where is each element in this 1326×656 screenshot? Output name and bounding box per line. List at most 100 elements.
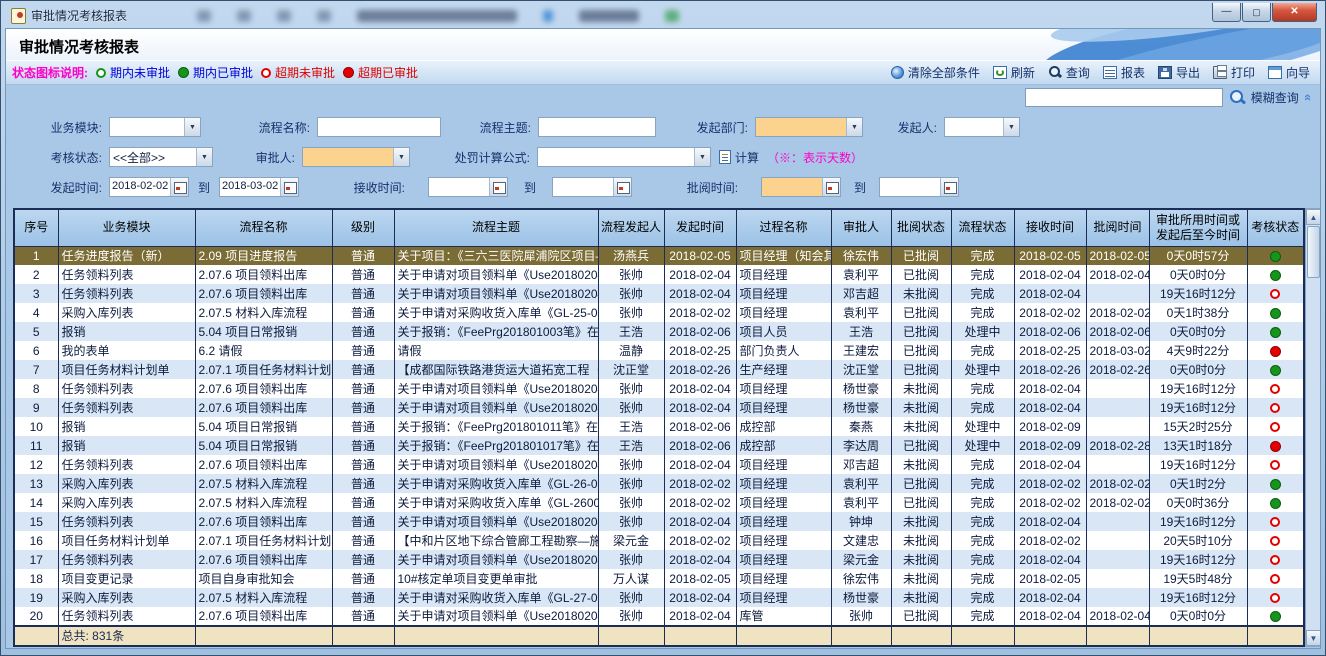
cell-step[interactable]: 生产经理 <box>736 360 831 379</box>
cell-step[interactable]: 项目经理 <box>736 531 831 550</box>
cell-approver[interactable]: 钟坤 <box>831 512 891 531</box>
cell-initiator[interactable]: 王浩 <box>598 417 664 436</box>
cell-status[interactable] <box>1247 550 1304 569</box>
cell-review[interactable]: 已批阅 <box>891 493 951 512</box>
scroll-down-icon[interactable]: ▼ <box>1306 630 1321 646</box>
table-row[interactable]: 9任务领料列表2.07.6 项目领料出库普通关于申请对项目领料单《Use2018… <box>14 398 1304 417</box>
cell-seq[interactable]: 6 <box>14 341 58 360</box>
cell-level[interactable]: 普通 <box>332 417 394 436</box>
cell-level[interactable]: 普通 <box>332 512 394 531</box>
col-header-process[interactable]: 流程名称 <box>195 209 332 246</box>
cell-received[interactable]: 2018-02-02 <box>1014 474 1086 493</box>
cell-received[interactable]: 2018-02-09 <box>1014 417 1086 436</box>
cell-approver[interactable]: 徐宏伟 <box>831 246 891 265</box>
cell-received[interactable]: 2018-02-04 <box>1014 550 1086 569</box>
cell-approver[interactable]: 秦燕 <box>831 417 891 436</box>
cell-review[interactable]: 未批阅 <box>891 512 951 531</box>
cell-reviewed[interactable]: 2018-02-04 <box>1086 265 1149 284</box>
cell-reviewed[interactable]: 2018-03-02 <box>1086 341 1149 360</box>
cell-reviewed[interactable] <box>1086 379 1149 398</box>
table-row[interactable]: 2任务领料列表2.07.6 项目领料出库普通关于申请对项目领料单《Use2018… <box>14 265 1304 284</box>
cell-reviewed[interactable] <box>1086 455 1149 474</box>
table-row[interactable]: 11报销5.04 项目日常报销普通关于报销：《FeePrg201801017笔》… <box>14 436 1304 455</box>
cell-state[interactable]: 完成 <box>951 303 1014 322</box>
cell-initiator[interactable]: 张帅 <box>598 284 664 303</box>
cell-duration[interactable]: 0天0时57分 <box>1149 246 1247 265</box>
cell-level[interactable]: 普通 <box>332 493 394 512</box>
col-header-review-status[interactable]: 批阅状态 <box>891 209 951 246</box>
cell-received[interactable]: 2018-02-04 <box>1014 455 1086 474</box>
col-header-level[interactable]: 级别 <box>332 209 394 246</box>
cell-initiator[interactable]: 梁元金 <box>598 531 664 550</box>
cell-seq[interactable]: 11 <box>14 436 58 455</box>
approver-filter-dropdown[interactable]: ▼ <box>302 147 410 167</box>
cell-approver[interactable]: 梁元金 <box>831 550 891 569</box>
cell-status[interactable] <box>1247 360 1304 379</box>
cell-module[interactable]: 任务领料列表 <box>58 455 195 474</box>
cell-review[interactable]: 未批阅 <box>891 569 951 588</box>
cell-initiator[interactable]: 张帅 <box>598 588 664 607</box>
cell-reviewed[interactable] <box>1086 512 1149 531</box>
fuzzy-search-icon[interactable] <box>1229 90 1245 105</box>
cell-status[interactable] <box>1247 455 1304 474</box>
cell-review[interactable]: 未批阅 <box>891 417 951 436</box>
cell-initiator[interactable]: 温静 <box>598 341 664 360</box>
cell-approver[interactable]: 袁利平 <box>831 303 891 322</box>
cell-start[interactable]: 2018-02-04 <box>664 455 736 474</box>
cell-state[interactable]: 处理中 <box>951 436 1014 455</box>
cell-seq[interactable]: 16 <box>14 531 58 550</box>
cell-level[interactable]: 普通 <box>332 322 394 341</box>
cell-approver[interactable]: 王浩 <box>831 322 891 341</box>
cell-received[interactable]: 2018-02-04 <box>1014 398 1086 417</box>
cell-duration[interactable]: 4天9时22分 <box>1149 341 1247 360</box>
table-row[interactable]: 17任务领料列表2.07.6 项目领料出库普通关于申请对项目领料单《Use201… <box>14 550 1304 569</box>
cell-reviewed[interactable]: 2018-02-02 <box>1086 303 1149 322</box>
col-header-duration[interactable]: 审批所用时间或发起后至今时间 <box>1149 209 1247 246</box>
cell-process[interactable]: 5.04 项目日常报销 <box>195 417 332 436</box>
cell-seq[interactable]: 14 <box>14 493 58 512</box>
cell-approver[interactable]: 王建宏 <box>831 341 891 360</box>
cell-module[interactable]: 项目变更记录 <box>58 569 195 588</box>
col-header-start[interactable]: 发起时间 <box>664 209 736 246</box>
cell-subject[interactable]: 关于申请对项目领料单《Use2018020401 <box>394 607 598 626</box>
cell-received[interactable]: 2018-02-04 <box>1014 284 1086 303</box>
cell-reviewed[interactable]: 2018-02-26 <box>1086 360 1149 379</box>
cell-status[interactable] <box>1247 246 1304 265</box>
col-header-subject[interactable]: 流程主题 <box>394 209 598 246</box>
cell-step[interactable]: 项目经理 <box>736 512 831 531</box>
cell-process[interactable]: 5.04 项目日常报销 <box>195 322 332 341</box>
cell-reviewed[interactable] <box>1086 531 1149 550</box>
cell-duration[interactable]: 19天16时12分 <box>1149 455 1247 474</box>
cell-level[interactable]: 普通 <box>332 379 394 398</box>
cell-level[interactable]: 普通 <box>332 550 394 569</box>
cell-review[interactable]: 已批阅 <box>891 436 951 455</box>
cell-subject[interactable]: 关于申请对采购收货入库单《GL-260016 <box>394 493 598 512</box>
cell-start[interactable]: 2018-02-04 <box>664 607 736 626</box>
cell-seq[interactable]: 20 <box>14 607 58 626</box>
cell-step[interactable]: 项目经理 <box>736 455 831 474</box>
calendar-icon[interactable] <box>280 178 298 196</box>
cell-module[interactable]: 任务领料列表 <box>58 607 195 626</box>
cell-level[interactable]: 普通 <box>332 607 394 626</box>
cell-received[interactable]: 2018-02-02 <box>1014 303 1086 322</box>
cell-subject[interactable]: 关于项目：《三六三医院犀浦院区项目— <box>394 246 598 265</box>
cell-level[interactable]: 普通 <box>332 360 394 379</box>
cell-subject[interactable]: 关于申请对项目领料单《Use2018020400 <box>394 284 598 303</box>
cell-start[interactable]: 2018-02-02 <box>664 474 736 493</box>
cell-step[interactable]: 项目经理 <box>736 569 831 588</box>
cell-state[interactable]: 完成 <box>951 607 1014 626</box>
cell-approver[interactable]: 袁利平 <box>831 474 891 493</box>
cell-subject[interactable]: 关于报销：《FeePrg201801003笔》在日期 <box>394 322 598 341</box>
cell-level[interactable]: 普通 <box>332 398 394 417</box>
cell-duration[interactable]: 0天0时0分 <box>1149 607 1247 626</box>
cell-received[interactable]: 2018-02-02 <box>1014 493 1086 512</box>
cell-initiator[interactable]: 张帅 <box>598 265 664 284</box>
cell-review[interactable]: 已批阅 <box>891 474 951 493</box>
cell-initiator[interactable]: 张帅 <box>598 303 664 322</box>
cell-duration[interactable]: 20天5时10分 <box>1149 531 1247 550</box>
table-row[interactable]: 4采购入库列表2.07.5 材料入库流程普通关于申请对采购收货入库单《GL-25… <box>14 303 1304 322</box>
col-header-process-status[interactable]: 流程状态 <box>951 209 1014 246</box>
cell-process[interactable]: 2.07.6 项目领料出库 <box>195 455 332 474</box>
cell-process[interactable]: 2.07.5 材料入库流程 <box>195 474 332 493</box>
formula-filter-dropdown[interactable]: ▼ <box>537 147 711 167</box>
